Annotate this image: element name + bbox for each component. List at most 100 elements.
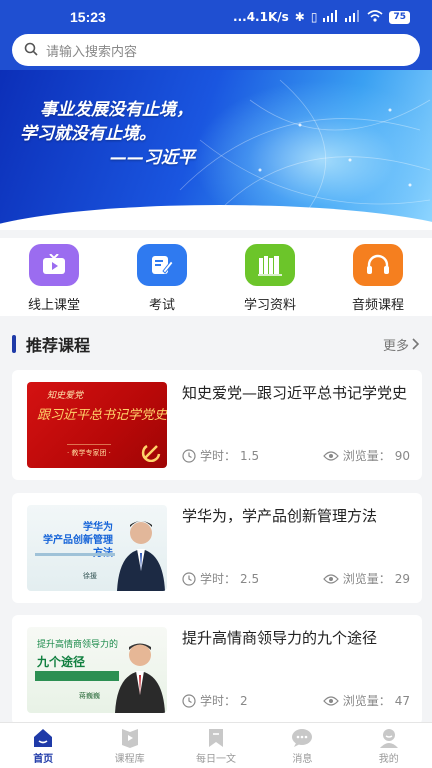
hours-label: 学时： (200, 572, 237, 586)
message-icon (292, 729, 313, 747)
hours-value: 1.5 (240, 448, 260, 463)
signal-icon (323, 9, 339, 25)
hours-label: 学时： (200, 449, 237, 463)
banner-line-2: 学习就没有止境。 (20, 124, 156, 144)
tv-icon (29, 244, 79, 286)
section-accent-bar (12, 335, 16, 353)
edit-icon (137, 244, 187, 286)
eye-icon (322, 450, 339, 461)
thumb-footer: · 教学专家团 · (67, 444, 111, 458)
course-title: 提升高情商领导力的九个途径 (182, 629, 378, 647)
course-thumbnail: 提升高情商领导力的 九个途径 蒋巍巍 (27, 627, 167, 713)
tab-label: 课程库 (114, 754, 145, 765)
battery-icon: 75 (389, 10, 410, 24)
course-hours: 学时： 2 (182, 692, 248, 709)
tab-label: 首页 (33, 754, 54, 765)
hours-value: 2.5 (240, 571, 260, 586)
status-time: 15:23 (70, 9, 106, 25)
quick-link-exam[interactable]: 考试 (108, 238, 216, 316)
course-title: 学华为，学产品创新管理方法 (182, 507, 378, 525)
course-views: 浏览量： 90 (322, 447, 410, 464)
course-card[interactable]: 知史爱党 跟习近平总书记学党史 · 教学专家团 · 知史爱党—跟习近平总书记学党… (12, 370, 422, 480)
views-value: 47 (394, 693, 410, 708)
clock-icon (182, 571, 196, 586)
tab-label: 消息 (292, 754, 313, 765)
wifi-icon (367, 9, 383, 25)
speaker-portrait (115, 643, 165, 713)
course-meta: 学时： 2.5 浏览量： 29 (182, 570, 410, 587)
quick-link-label: 考试 (148, 298, 175, 313)
quick-link-label: 音频课程 (351, 298, 404, 313)
thumb-banner-strip (35, 671, 119, 681)
course-card[interactable]: 提升高情商领导力的 九个途径 蒋巍巍 提升高情商领导力的九个途径 学时： 2 浏览… (12, 615, 422, 725)
course-views: 浏览量： 29 (322, 570, 410, 587)
thumb-title: 跟习近平总书记学党史 (37, 408, 167, 423)
tab-label: 我的 (378, 754, 399, 765)
eye-icon (322, 573, 339, 584)
views-label: 浏览量： (342, 449, 391, 463)
course-hours: 学时： 1.5 (182, 447, 259, 464)
section-title: 推荐课程 (26, 336, 91, 355)
tab-profile[interactable]: 我的 (346, 723, 432, 768)
quick-links: 线上课堂 考试 学习资料 音频课程 (0, 238, 432, 316)
quick-link-label: 线上课堂 (27, 298, 80, 313)
course-card[interactable]: 学华为 学产品创新管理方法 徐援 学华为，学产品创新管理方法 学时：2.5 浏览… (12, 493, 422, 603)
more-label: 更多 (382, 338, 409, 354)
recommended-section-header: 推荐课程 更多 (0, 320, 432, 368)
status-indicators: ...4.1K/s ✱ ▯ 75 (233, 9, 410, 25)
bookmark-icon (208, 729, 223, 747)
quick-link-audio[interactable]: 音频课程 (324, 238, 432, 316)
more-link[interactable]: 更多 (383, 335, 420, 354)
course-meta: 学时： 2 浏览量： 47 (182, 692, 410, 709)
course-thumbnail: 学华为 学产品创新管理方法 徐援 (27, 505, 167, 591)
search-icon (24, 41, 38, 60)
course-meta: 学时： 1.5 浏览量： 90 (182, 447, 410, 464)
tab-course-library[interactable]: 课程库 (86, 723, 172, 768)
quick-link-online-class[interactable]: 线上课堂 (0, 238, 108, 316)
user-icon (379, 729, 398, 748)
headphones-icon (353, 244, 403, 286)
eye-icon (322, 695, 339, 706)
party-emblem-icon (141, 444, 161, 462)
search-placeholder: 请输入搜索内容 (46, 44, 138, 60)
thumb-subtitle: 提升高情商领导力的 (37, 640, 119, 650)
views-value: 29 (394, 571, 410, 586)
views-value: 90 (394, 448, 410, 463)
banner-quote: 事业发展没有止境， 学习就没有止境。 ——习近平 (20, 98, 195, 170)
status-bar: 15:23 ...4.1K/s ✱ ▯ 75 (0, 0, 432, 34)
bluetooth-icon: ✱ (294, 10, 305, 24)
speaker-portrait (117, 521, 165, 591)
tab-daily-article[interactable]: 每日一文 (173, 723, 259, 768)
thumb-divider (35, 553, 115, 556)
banner-line-1: 事业发展没有止境， (40, 100, 193, 120)
chevron-right-icon (412, 338, 420, 350)
banner[interactable]: 事业发展没有止境， 学习就没有止境。 ——习近平 (0, 70, 432, 230)
thumb-subtitle: 知史爱党 (47, 391, 84, 401)
thumb-title: 九个途径 (37, 655, 86, 669)
books-icon (245, 244, 295, 286)
thumb-speaker-name: 蒋巍巍 (79, 692, 100, 700)
clock-icon (182, 448, 196, 463)
home-icon (34, 729, 53, 747)
video-icon (121, 729, 138, 748)
bottom-tab-bar: 首页 课程库 每日一文 消息 我的 (0, 722, 432, 768)
network-speed: ...4.1K/s (233, 10, 289, 24)
clock-icon (182, 693, 196, 708)
course-title: 知史爱党—跟习近平总书记学党史 (182, 384, 408, 402)
tab-home[interactable]: 首页 (0, 723, 86, 768)
hours-value: 2 (240, 693, 248, 708)
search-input[interactable]: 请输入搜索内容 (12, 34, 420, 66)
tab-label: 每日一文 (195, 754, 236, 765)
tab-messages[interactable]: 消息 (259, 723, 345, 768)
views-label: 浏览量： (342, 572, 391, 586)
vibrate-icon: ▯ (310, 10, 318, 24)
course-views: 浏览量： 47 (322, 692, 410, 709)
hours-label: 学时： (200, 694, 237, 708)
quick-link-materials[interactable]: 学习资料 (216, 238, 324, 316)
quick-link-label: 学习资料 (243, 298, 296, 313)
signal-2-icon (345, 9, 361, 25)
banner-line-3: ——习近平 (110, 148, 195, 168)
thumb-speaker-name: 徐援 (83, 572, 97, 580)
views-label: 浏览量： (342, 694, 391, 708)
course-thumbnail: 知史爱党 跟习近平总书记学党史 · 教学专家团 · (27, 382, 167, 468)
